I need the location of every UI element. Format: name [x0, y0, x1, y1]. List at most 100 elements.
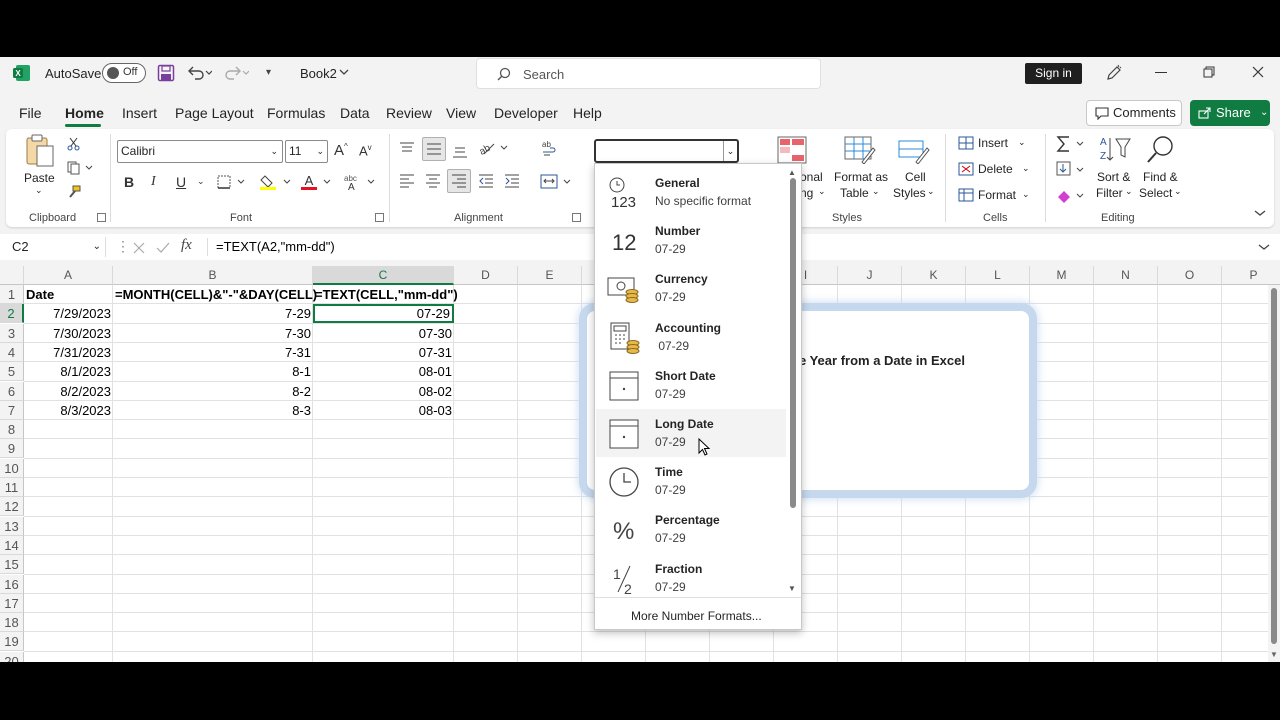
sort-filter-label-2[interactable]: Filter — [1096, 186, 1123, 200]
row-header-5[interactable]: 5 — [0, 362, 24, 382]
column-header-e[interactable]: E — [518, 266, 582, 285]
cell-c7[interactable]: 08-03 — [313, 401, 454, 420]
tab-view[interactable]: View — [446, 105, 476, 121]
select-all-corner[interactable] — [0, 266, 24, 285]
format-option-short-date[interactable]: Short Date 07-29 — [596, 361, 786, 409]
row-header-2[interactable]: 2 — [0, 304, 24, 324]
cell-c5[interactable]: 08-01 — [313, 362, 454, 381]
alignment-launcher-icon[interactable] — [572, 213, 581, 222]
cell-a7[interactable]: 8/3/2023 — [24, 401, 113, 420]
save-icon[interactable] — [157, 64, 175, 82]
cell-b7[interactable]: 8-3 — [113, 401, 313, 420]
expand-formula-icon[interactable] — [1258, 243, 1270, 251]
cell-b4[interactable]: 7-31 — [113, 343, 313, 362]
redo-icon[interactable] — [223, 64, 249, 82]
active-cell-c2[interactable]: 07-29 — [313, 304, 454, 324]
comments-button[interactable]: Comments — [1086, 100, 1182, 126]
vertical-scrollbar[interactable]: ▲ ▼ — [1268, 266, 1280, 662]
format-option-time[interactable]: Time 07-29 — [596, 457, 786, 505]
italic-icon[interactable]: I — [151, 174, 156, 190]
column-header-a[interactable]: A — [24, 266, 113, 285]
format-painter-icon[interactable] — [67, 185, 81, 199]
cell-a3[interactable]: 7/30/2023 — [24, 324, 113, 343]
restore-icon[interactable] — [1203, 66, 1215, 78]
tab-home[interactable]: Home — [65, 105, 104, 121]
format-option-currency[interactable]: Currency 07-29 — [596, 264, 786, 312]
confirm-entry-icon[interactable] — [156, 242, 170, 254]
share-button[interactable]: Share ⌄ — [1190, 100, 1270, 126]
row-header-10[interactable]: 10 — [0, 458, 24, 478]
phonetic-icon[interactable]: abc A — [343, 173, 377, 191]
tab-file[interactable]: File — [19, 105, 42, 121]
column-header-p[interactable]: P — [1222, 266, 1280, 285]
underline-icon[interactable]: U — [176, 174, 186, 190]
font-name-box[interactable]: Calibri ⌄ — [117, 140, 283, 163]
column-header-l[interactable]: L — [966, 266, 1030, 285]
tab-review[interactable]: Review — [386, 105, 432, 121]
format-option-fraction[interactable]: 1 2 Fraction 07-29 — [596, 554, 786, 602]
find-select-label-1[interactable]: Find & — [1143, 170, 1178, 184]
paste-icon[interactable] — [24, 134, 56, 168]
undo-icon[interactable] — [186, 64, 212, 82]
column-header-d[interactable]: D — [454, 266, 518, 285]
format-as-table-label-1[interactable]: Format as — [834, 170, 888, 184]
row-header-11[interactable]: 11 — [0, 478, 24, 497]
column-header-k[interactable]: K — [902, 266, 966, 285]
top-align-icon[interactable] — [399, 142, 415, 156]
sort-filter-icon[interactable]: AZ — [1099, 135, 1131, 163]
font-launcher-icon[interactable] — [375, 213, 384, 222]
cell-b5[interactable]: 8-1 — [113, 362, 313, 381]
format-as-table-icon[interactable] — [844, 136, 876, 164]
cell-c6[interactable]: 08-02 — [313, 382, 454, 401]
copy-icon[interactable] — [67, 161, 93, 175]
column-header-n[interactable]: N — [1094, 266, 1158, 285]
delete-cells-icon[interactable] — [958, 162, 974, 176]
cut-icon[interactable] — [67, 137, 81, 151]
row-header-3[interactable]: 3 — [0, 323, 24, 343]
autosave-toggle[interactable]: Off — [102, 63, 146, 83]
clipboard-launcher-icon[interactable] — [97, 213, 106, 222]
tab-help[interactable]: Help — [573, 105, 602, 121]
cell-styles-icon[interactable] — [898, 136, 930, 164]
name-box[interactable]: C2 ⌄ — [6, 237, 106, 257]
format-option-accounting[interactable]: Accounting 07-29 — [596, 313, 786, 361]
row-header-1[interactable]: 1 — [0, 285, 24, 304]
autosum-icon[interactable] — [1056, 135, 1086, 153]
font-color-icon[interactable]: A — [300, 173, 334, 191]
dropdown-scroll-thumb[interactable] — [790, 178, 796, 508]
insert-cells-label[interactable]: Insert — [978, 136, 1008, 150]
collapse-ribbon-icon[interactable] — [1254, 209, 1266, 217]
increase-indent-icon[interactable] — [504, 174, 520, 188]
underline-dropdown-icon[interactable]: ⌄ — [197, 176, 205, 187]
conditional-formatting-label-2[interactable]: ng — [800, 186, 813, 200]
cell-b3[interactable]: 7-30 — [113, 324, 313, 343]
format-cells-icon[interactable] — [958, 188, 974, 202]
cell-b2[interactable]: 7-29 — [113, 304, 313, 323]
cell-styles-label-2[interactable]: Styles — [893, 186, 926, 200]
row-header-18[interactable]: 18 — [0, 613, 24, 633]
row-header-7[interactable]: 7 — [0, 400, 24, 420]
sign-in-button[interactable]: Sign in — [1025, 63, 1082, 84]
chevron-down-icon[interactable] — [339, 68, 349, 76]
header-cell-b1[interactable]: =MONTH(CELL)&"-"&DAY(CELL) — [113, 285, 319, 304]
pen-icon[interactable] — [1105, 64, 1123, 82]
decrease-indent-icon[interactable] — [478, 174, 494, 188]
tab-page-layout[interactable]: Page Layout — [175, 105, 254, 121]
row-header-12[interactable]: 12 — [0, 497, 24, 517]
cell-styles-label-1[interactable]: Cell — [905, 170, 926, 184]
format-cells-label[interactable]: Format — [978, 188, 1016, 202]
cancel-entry-icon[interactable] — [133, 242, 145, 254]
more-options-icon[interactable]: ⋮ — [116, 238, 130, 255]
search-box[interactable]: Search — [476, 58, 821, 89]
align-right-icon[interactable] — [447, 169, 471, 193]
format-option-long-date[interactable]: Long Date 07-29 — [596, 409, 786, 457]
column-header-o[interactable]: O — [1158, 266, 1222, 285]
align-left-icon[interactable] — [399, 174, 415, 188]
row-header-13[interactable]: 13 — [0, 516, 24, 536]
row-header-16[interactable]: 16 — [0, 574, 24, 594]
row-header-14[interactable]: 14 — [0, 535, 24, 555]
cell-c4[interactable]: 07-31 — [313, 343, 454, 362]
minimize-icon[interactable] — [1155, 72, 1167, 73]
tab-insert[interactable]: Insert — [122, 105, 157, 121]
header-cell-a1[interactable]: Date — [24, 285, 56, 304]
